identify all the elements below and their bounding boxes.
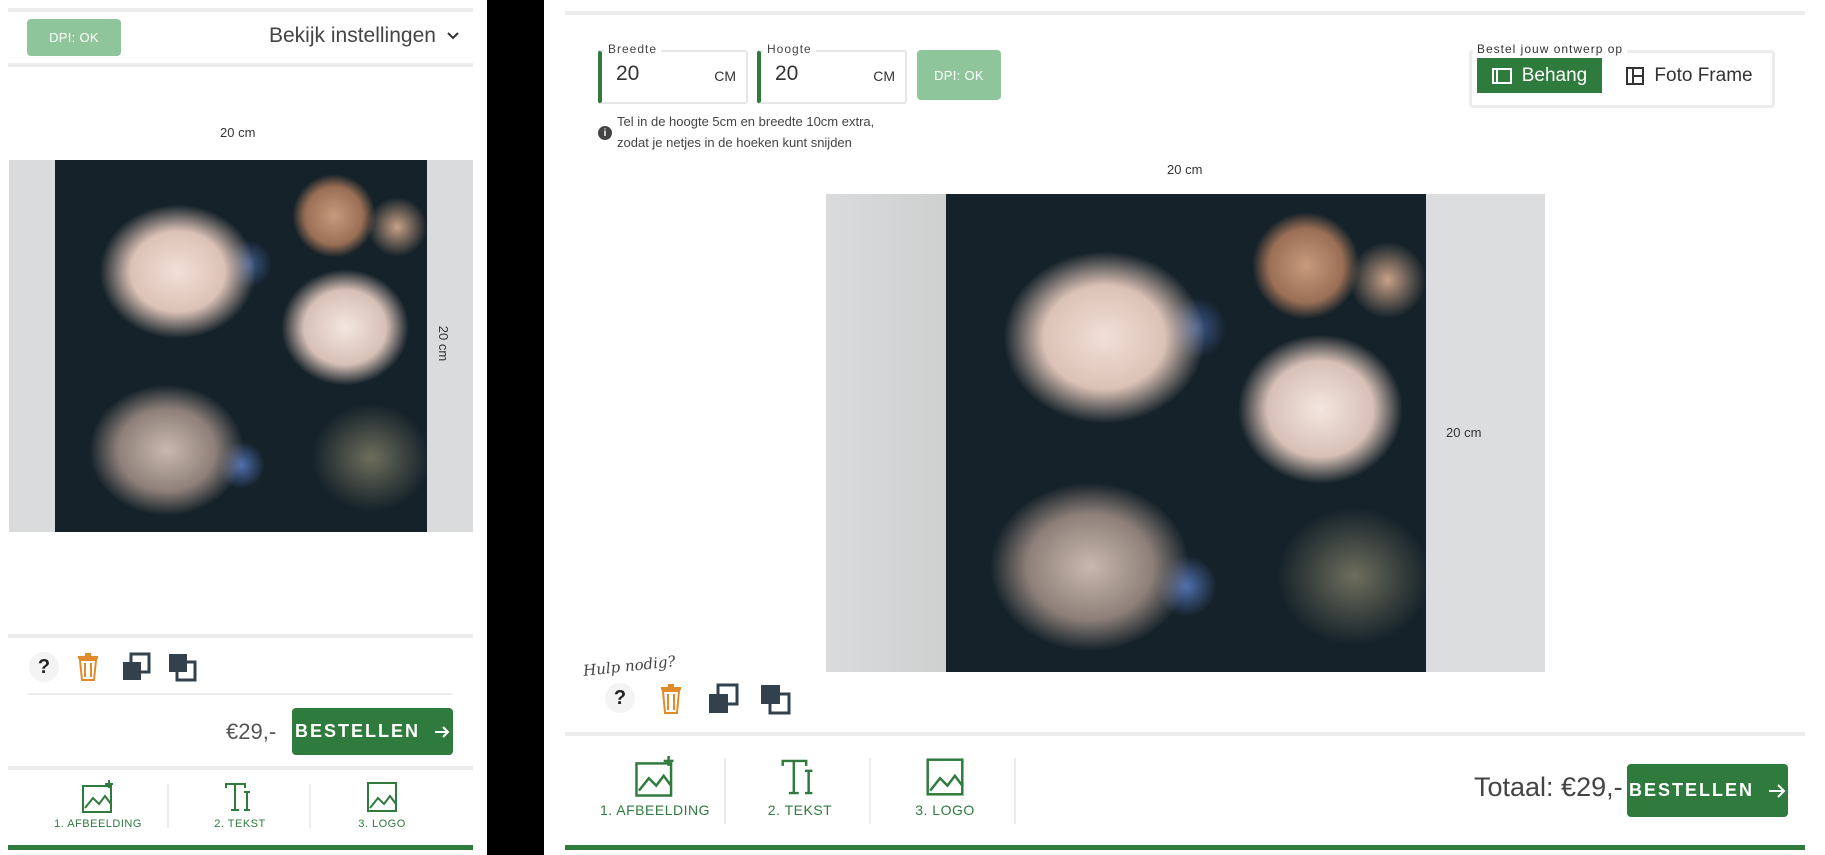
height-dimension-label: 20 cm [436, 325, 452, 362]
top-divider [565, 11, 1805, 15]
tab-image-label: 1. AFBEELDING [600, 802, 710, 818]
toolbar-divider [8, 634, 473, 638]
header-divider [8, 63, 473, 67]
view-settings-label: Bekijk instellingen [269, 24, 436, 47]
order-button[interactable]: BESTELLEN [1627, 764, 1788, 817]
wallpaper-icon [1491, 67, 1512, 84]
image-icon [926, 758, 964, 796]
tab-separator [869, 758, 871, 824]
tab-logo[interactable]: 3. LOGO [334, 780, 430, 830]
move-forward-icon [169, 654, 197, 682]
move-backward-icon [123, 652, 151, 680]
dpi-status-button[interactable]: DPI: OK [917, 50, 1001, 100]
arrow-right-icon [1769, 783, 1786, 798]
height-field-label: Hoogte [763, 42, 816, 56]
height-input[interactable]: 20 [775, 62, 798, 86]
height-unit: CM [873, 68, 895, 84]
order-button-label: BESTELLEN [1628, 780, 1754, 800]
option-wallpaper-label: Behang [1521, 64, 1588, 86]
move-backward-icon [709, 683, 739, 713]
width-field-label: Breedte [604, 42, 662, 56]
height-dimension-label: 20 cm [1446, 425, 1482, 440]
send-backward-button[interactable] [120, 651, 152, 683]
view-settings-dropdown[interactable]: Bekijk instellingen [269, 24, 460, 48]
design-canvas[interactable] [826, 194, 1545, 672]
tab-text[interactable]: 2. TEKST [192, 780, 288, 830]
flower-image[interactable] [946, 194, 1426, 672]
tab-logo[interactable]: 3. LOGO [890, 756, 1000, 818]
tab-image[interactable]: 1. AFBEELDING [600, 756, 710, 818]
tab-logo-label: 3. LOGO [358, 818, 406, 830]
width-field[interactable]: 20 CM [598, 50, 748, 104]
delete-button[interactable] [655, 683, 687, 715]
image-add-icon [635, 756, 674, 797]
option-photo-frame-label: Foto Frame [1654, 64, 1753, 86]
tab-separator [167, 784, 169, 828]
panel-gap [487, 0, 544, 855]
tab-image[interactable]: 1. AFBEELDING [50, 780, 146, 830]
design-canvas[interactable] [9, 160, 473, 532]
bring-forward-button[interactable] [166, 651, 198, 683]
bleed-area-left [826, 194, 946, 672]
price-divider [27, 693, 453, 695]
top-divider [8, 8, 473, 12]
image-add-icon [82, 780, 113, 813]
progress-bar [8, 845, 473, 850]
dpi-status-button[interactable]: DPI: OK [27, 19, 121, 56]
tab-separator [309, 784, 311, 828]
order-button[interactable]: BESTELLEN [292, 708, 453, 755]
tab-text-label: 2. TEKST [767, 802, 833, 818]
help-button[interactable]: ? [605, 683, 635, 713]
bleed-area-right [1426, 194, 1545, 672]
help-button[interactable]: ? [29, 652, 59, 682]
bring-forward-button[interactable] [759, 683, 791, 715]
tabs-divider [8, 766, 473, 770]
help-hint: Hulp nodig? [582, 652, 677, 680]
delete-button[interactable] [72, 651, 104, 683]
tab-image-label: 1. AFBEELDING [54, 818, 142, 830]
info-text-1: Tel in de hoogte 5cm en breedte 10cm ext… [617, 114, 875, 129]
width-unit: CM [714, 68, 736, 84]
option-photo-frame[interactable]: Foto Frame [1612, 58, 1767, 93]
tab-separator [1014, 758, 1016, 824]
width-dimension-label: 20 cm [220, 125, 256, 140]
info-text-2: zodat je netjes in de hoeken kunt snijde… [617, 135, 852, 150]
tab-logo-label: 3. LOGO [915, 802, 975, 818]
tab-text-label: 2. TEKST [214, 818, 266, 830]
text-icon [781, 759, 813, 795]
tabs-divider [565, 732, 1805, 736]
total-price: Totaal: €29,- [1474, 772, 1623, 802]
frame-icon [1626, 66, 1645, 85]
order-button-label: BESTELLEN [294, 721, 420, 741]
send-backward-button[interactable] [707, 683, 739, 715]
progress-bar [565, 845, 1805, 850]
move-forward-icon [761, 685, 791, 715]
trash-icon [78, 653, 98, 681]
price-label: €29,- [226, 719, 277, 744]
tab-text[interactable]: 2. TEKST [745, 756, 855, 818]
trash-icon [661, 684, 681, 714]
order-on-toggle: Behang Foto Frame [1469, 50, 1775, 108]
image-icon [367, 782, 397, 812]
text-icon [225, 783, 250, 811]
chevron-down-icon [447, 32, 459, 40]
width-input[interactable]: 20 [616, 62, 639, 86]
height-field[interactable]: 20 CM [757, 50, 907, 104]
width-dimension-label: 20 cm [1167, 162, 1203, 177]
arrow-right-icon [435, 725, 450, 738]
tab-separator [724, 758, 726, 824]
info-icon: i [598, 126, 612, 140]
option-wallpaper[interactable]: Behang [1477, 58, 1602, 93]
order-on-label: Bestel jouw ontwerp op [1473, 42, 1628, 56]
flower-image[interactable] [55, 160, 427, 532]
